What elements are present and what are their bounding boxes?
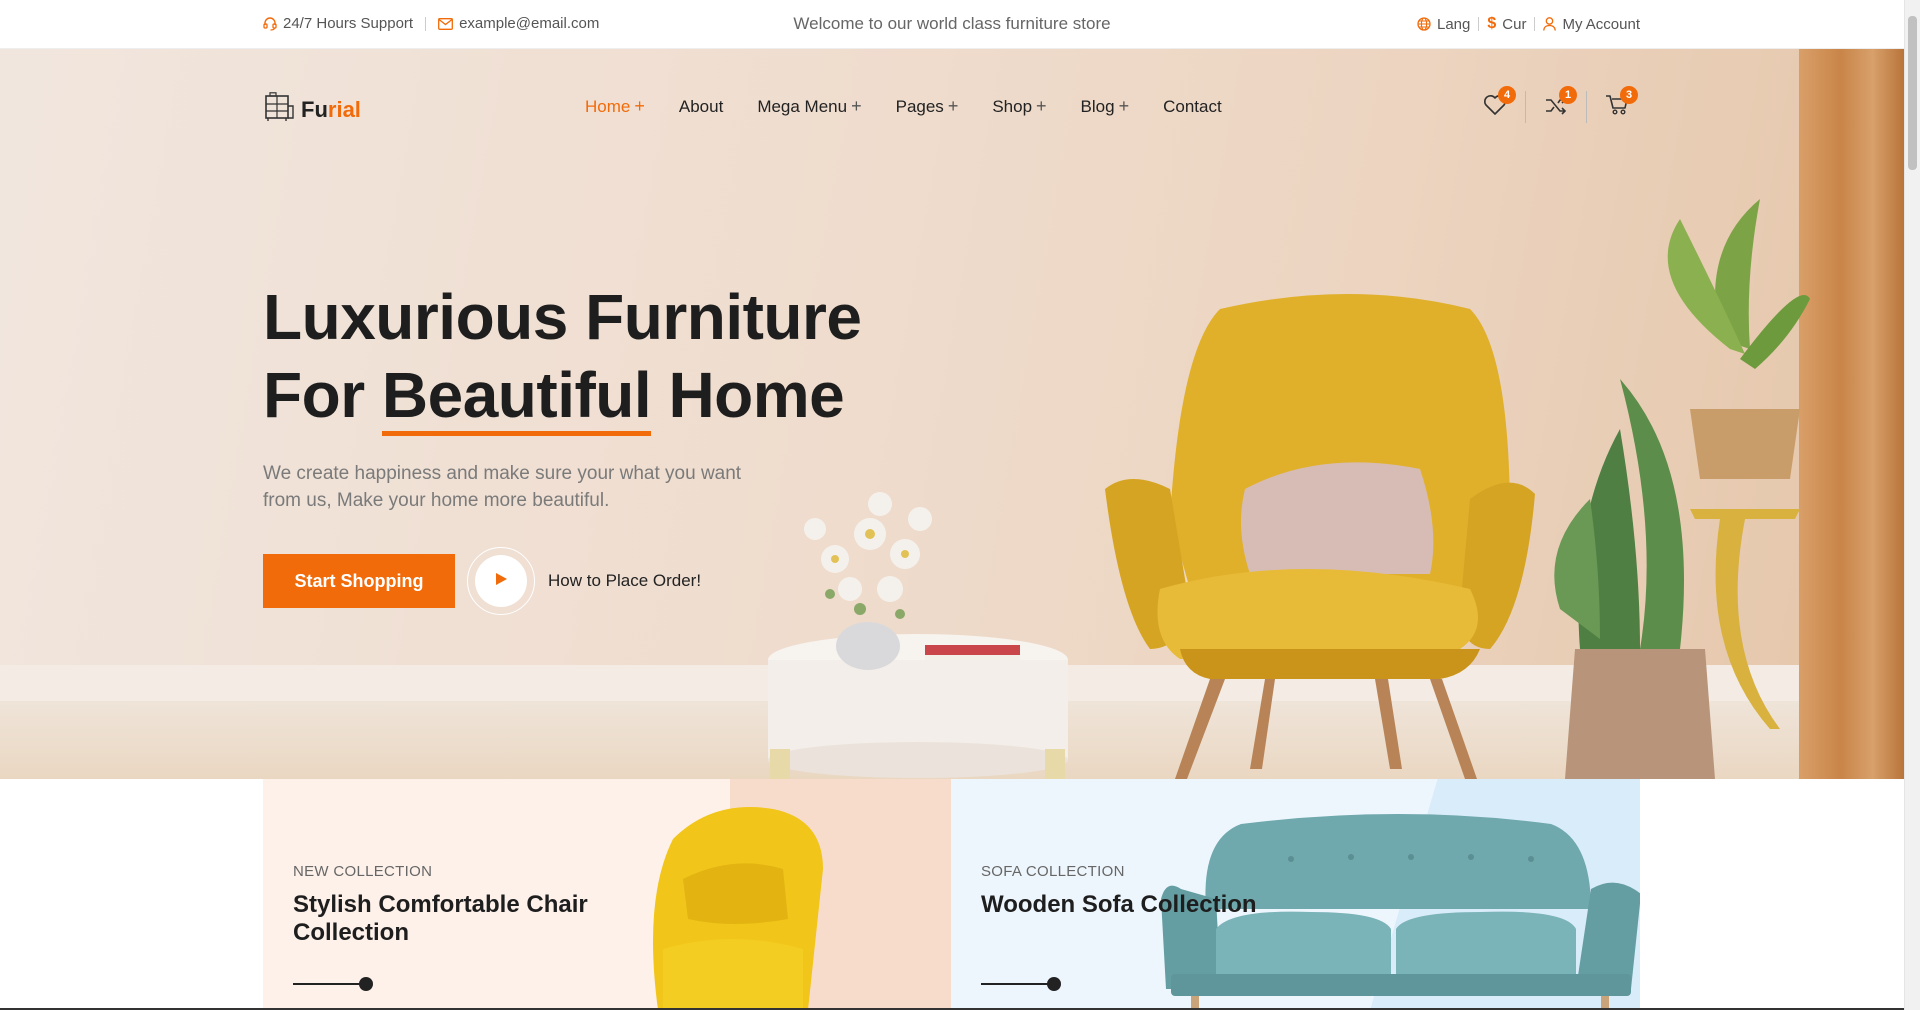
divider: [1534, 17, 1536, 31]
slider-dot: [1047, 977, 1061, 991]
card-tag: SOFA COLLECTION: [981, 863, 1125, 880]
plus-icon: +: [1118, 96, 1130, 116]
cart-button[interactable]: 3: [1602, 86, 1638, 122]
compare-count-badge: 1: [1559, 86, 1577, 104]
nav-about[interactable]: About: [679, 96, 723, 117]
globe-icon: [1417, 17, 1431, 31]
nav-home[interactable]: Home +: [585, 96, 645, 117]
top-bar-right: Lang $ Cur My Account: [1417, 15, 1640, 33]
hero-title-line2: For Beautiful Home: [263, 356, 862, 436]
play-video-button[interactable]: [467, 547, 535, 615]
hero-title-line2-start: For: [263, 359, 382, 431]
page-scrollbar[interactable]: [1904, 0, 1920, 1010]
account-link[interactable]: My Account: [1543, 16, 1640, 33]
collection-card-chair[interactable]: NEW COLLECTION Stylish Comfortable Chair…: [263, 779, 951, 1010]
hero-subtitle: We create happiness and make sure your w…: [263, 463, 742, 511]
plus-icon: +: [947, 96, 959, 116]
card-slider-indicator[interactable]: [981, 977, 1061, 991]
nav-about-label: About: [678, 96, 724, 116]
nav-mega-menu-label: Mega Menu: [757, 96, 848, 116]
main-nav: Home + About Mega Menu + Pages + Shop + Blog…: [585, 96, 1222, 117]
card-title: Stylish Comfortable Chair Collection: [293, 891, 588, 946]
dollar-icon: $: [1487, 15, 1497, 32]
nav-contact-label: Contact: [1163, 96, 1222, 116]
nav-pages-label: Pages: [895, 96, 944, 116]
scrollbar-thumb[interactable]: [1908, 16, 1917, 170]
logo-text-part1: Fu: [301, 97, 328, 122]
slider-line: [981, 983, 1053, 985]
currency-label: Cur: [1502, 15, 1527, 33]
nav-contact[interactable]: Contact: [1163, 96, 1222, 117]
page: 24/7 Hours Support example@email.com Wel…: [0, 0, 1920, 1010]
top-bar: 24/7 Hours Support example@email.com Wel…: [0, 0, 1904, 49]
wishlist-button[interactable]: 4: [1480, 86, 1516, 122]
start-shopping-button[interactable]: Start Shopping: [263, 554, 455, 608]
site-logo[interactable]: Furial: [263, 92, 361, 128]
nav-mega-menu[interactable]: Mega Menu +: [757, 96, 861, 117]
card-tag: NEW COLLECTION: [293, 863, 433, 880]
nav-shop-label: Shop: [992, 96, 1033, 116]
divider: [1586, 91, 1587, 123]
cart-count-badge: 3: [1620, 86, 1638, 104]
wishlist-count-badge: 4: [1498, 86, 1516, 104]
nav-pages[interactable]: Pages +: [896, 96, 959, 117]
card-slider-indicator[interactable]: [293, 977, 373, 991]
play-circle: [475, 555, 527, 607]
nav-shop[interactable]: Shop +: [992, 96, 1046, 117]
hero-title-line2-end: Home: [651, 359, 845, 431]
video-label[interactable]: How to Place Order!: [548, 571, 701, 591]
hero-banner: Furial Home + About Mega Menu + Pages + Sho…: [0, 49, 1904, 779]
play-icon: [494, 572, 508, 591]
hero-title: Luxurious Furniture For Beautiful Home: [263, 278, 862, 436]
account-label: My Account: [1562, 15, 1640, 33]
logo-text-part2: rial: [327, 97, 361, 122]
currency-selector[interactable]: $ Cur: [1487, 15, 1526, 33]
card-title: Wooden Sofa Collection: [981, 891, 1257, 918]
hero-title-highlight: Beautiful: [381, 359, 652, 436]
language-selector[interactable]: Lang: [1417, 16, 1470, 33]
slider-line: [293, 983, 365, 985]
divider: [1525, 91, 1526, 123]
divider: [1478, 17, 1480, 31]
collection-card-sofa[interactable]: SOFA COLLECTION Wooden Sofa Collection: [951, 779, 1640, 1010]
plus-icon: +: [634, 96, 645, 116]
user-icon: [1543, 17, 1557, 31]
nav-blog[interactable]: Blog +: [1081, 96, 1130, 117]
nav-home-label: Home: [585, 96, 631, 116]
hero-title-line1: Luxurious Furniture: [263, 281, 862, 353]
language-label: Lang: [1437, 15, 1471, 33]
plus-icon: +: [1036, 96, 1047, 116]
nav-blog-label: Blog: [1080, 96, 1115, 116]
header-icons: 4 1 3: [1480, 86, 1638, 123]
plus-icon: +: [851, 96, 862, 116]
logo-icon: [263, 92, 295, 128]
compare-button[interactable]: 1: [1541, 86, 1577, 122]
slider-dot: [359, 977, 373, 991]
